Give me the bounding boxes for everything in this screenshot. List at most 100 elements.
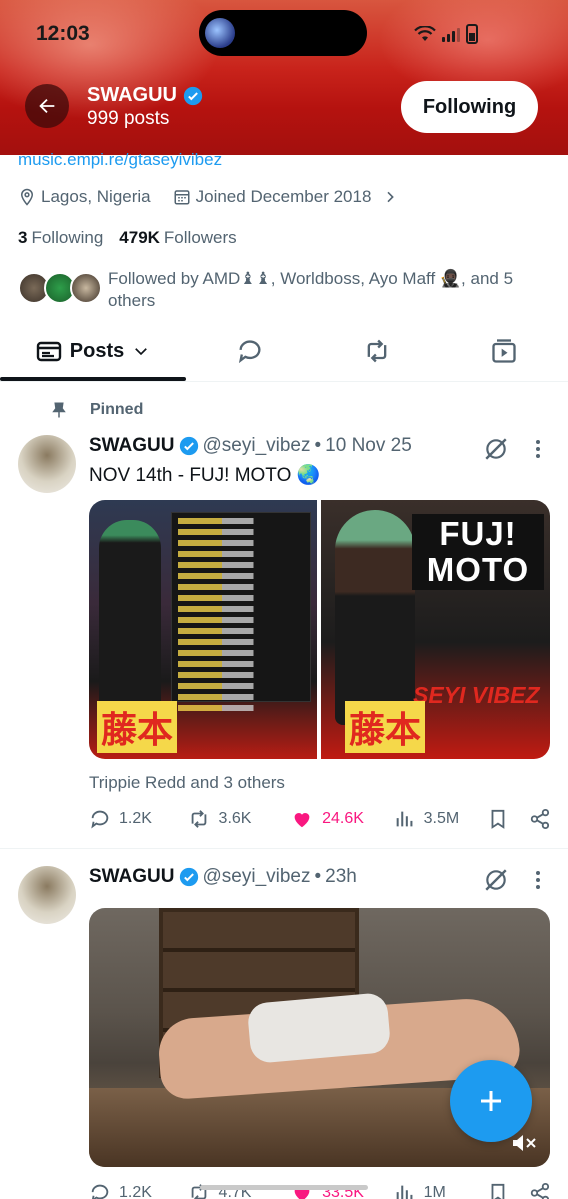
bookmark-icon[interactable] — [487, 808, 509, 830]
chevron-down-icon — [135, 348, 148, 356]
video-shirt — [246, 992, 392, 1064]
followers-stat[interactable]: 479K Followers — [119, 228, 236, 248]
verified-badge-icon — [179, 436, 198, 456]
post-time[interactable]: 23h — [325, 866, 357, 888]
reply-button[interactable]: 1.2K — [89, 808, 187, 830]
pinned-indicator: Pinned — [50, 400, 143, 420]
verified-badge-icon — [179, 867, 198, 887]
share-icon[interactable] — [529, 1182, 551, 1199]
active-tab-indicator — [0, 377, 186, 381]
post-image-2[interactable]: FUJ! MOTO SEYI VIBEZ 藤本 — [321, 500, 550, 759]
tab-posts-label: Posts — [69, 339, 125, 362]
post-divider — [0, 848, 568, 849]
post-header: SWAGUU @seyi_vibez • 10 Nov 25 — [89, 435, 412, 457]
grok-icon[interactable] — [483, 867, 509, 893]
header-posts-count: 999 posts — [87, 108, 170, 129]
kanji-title: 藤本 — [97, 701, 178, 753]
dynamic-island — [199, 10, 367, 56]
heart-filled-icon — [294, 813, 310, 828]
chevron-right-icon — [387, 191, 395, 203]
post-handle[interactable]: @seyi_vibez — [203, 866, 311, 888]
tab-posts[interactable]: Posts — [0, 322, 186, 381]
location-pin-icon — [20, 188, 34, 206]
more-options-icon[interactable] — [528, 868, 548, 892]
following-button[interactable]: Following — [401, 81, 538, 133]
followers-count: 479K — [119, 228, 160, 247]
battery-icon — [466, 24, 478, 44]
status-time: 12:03 — [36, 22, 90, 45]
reply-tab-icon — [238, 340, 261, 364]
reply-count: 1.2K — [119, 810, 152, 827]
views-count: 3.5M — [423, 810, 460, 827]
following-count: 3 — [18, 228, 28, 247]
header-name-text: SWAGUU — [87, 84, 177, 106]
posts-tab-icon — [36, 341, 61, 362]
more-options-icon[interactable] — [528, 437, 548, 461]
tab-media[interactable] — [474, 322, 534, 380]
post-actions: 1.2K 3.6K 24.6K 3.5M — [89, 808, 551, 830]
views-button[interactable]: 1M — [394, 1182, 484, 1199]
reply-count: 1.2K — [119, 1184, 152, 1199]
repost-count: 3.6K — [218, 810, 252, 827]
post-author-name[interactable]: SWAGUU — [89, 435, 175, 457]
liked-by-text[interactable]: Trippie Redd and 3 others — [89, 773, 285, 793]
repost-tab-icon — [367, 339, 387, 363]
calendar-icon — [174, 190, 190, 205]
like-button[interactable]: 24.6K — [290, 808, 394, 830]
follower-avatar — [70, 272, 102, 304]
status-icons — [414, 24, 478, 44]
post-handle[interactable]: @seyi_vibez — [203, 435, 311, 457]
post-separator: • — [314, 866, 322, 887]
location-text: Lagos, Nigeria — [41, 187, 151, 206]
now-playing-thumbnail[interactable] — [205, 18, 235, 48]
grok-icon[interactable] — [483, 436, 509, 462]
post-media[interactable]: 藤本 FUJ! MOTO SEYI VIBEZ 藤本 — [89, 500, 550, 759]
verified-badge-icon — [183, 86, 203, 105]
bookmark-icon[interactable] — [487, 1182, 509, 1199]
signal-icon — [442, 26, 460, 42]
followed-by-text: Followed by AMD♝♝, Worldboss, Ayo Maff 🥷… — [108, 269, 514, 310]
follower-avatars — [18, 268, 104, 304]
following-stat[interactable]: 3 Following — [18, 228, 103, 248]
views-icon — [396, 811, 413, 827]
tab-reposts[interactable] — [347, 322, 407, 380]
tracklist-panel — [171, 512, 311, 711]
post-image-1[interactable]: 藤本 — [89, 500, 317, 759]
header-name: SWAGUU — [87, 84, 203, 107]
home-indicator[interactable] — [200, 1185, 368, 1190]
profile-tabs: Posts — [0, 322, 568, 382]
views-icon — [396, 1185, 413, 1199]
views-button[interactable]: 3.5M — [394, 808, 484, 830]
artist-title: SEYI VIBEZ — [413, 682, 540, 708]
reply-icon — [91, 810, 109, 829]
profile-link[interactable]: music.empi.re/gtaseyivibez — [18, 150, 222, 170]
tab-replies[interactable] — [220, 322, 280, 380]
post-separator: • — [314, 435, 322, 456]
followers-label: Followers — [163, 228, 237, 247]
plus-icon — [481, 1091, 501, 1111]
media-tab-icon — [492, 339, 516, 363]
back-button[interactable] — [25, 84, 69, 128]
joined-date[interactable]: Joined December 2018 — [173, 187, 399, 207]
image-figure — [99, 520, 161, 710]
joined-text: Joined December 2018 — [195, 187, 372, 206]
post-header: SWAGUU @seyi_vibez • 23h — [89, 866, 357, 888]
post-avatar[interactable] — [18, 866, 76, 924]
reply-button[interactable]: 1.2K — [89, 1182, 187, 1199]
post-text: NOV 14th - FUJ! MOTO 🌏 — [89, 465, 321, 486]
post-time[interactable]: 10 Nov 25 — [325, 435, 412, 457]
compose-button[interactable] — [450, 1060, 532, 1142]
post-avatar[interactable] — [18, 435, 76, 493]
post-author-name[interactable]: SWAGUU — [89, 866, 175, 888]
wifi-icon — [414, 26, 436, 41]
image-figure — [335, 510, 415, 725]
pin-icon — [52, 402, 66, 418]
location: Lagos, Nigeria — [18, 187, 151, 207]
followed-by[interactable]: Followed by AMD♝♝, Worldboss, Ayo Maff 🥷… — [18, 268, 558, 312]
pinned-label: Pinned — [90, 401, 144, 418]
following-label: Following — [31, 228, 104, 247]
share-icon[interactable] — [529, 808, 551, 830]
repost-icon — [191, 810, 206, 828]
like-count: 24.6K — [322, 810, 364, 827]
repost-button[interactable]: 3.6K — [187, 808, 291, 830]
